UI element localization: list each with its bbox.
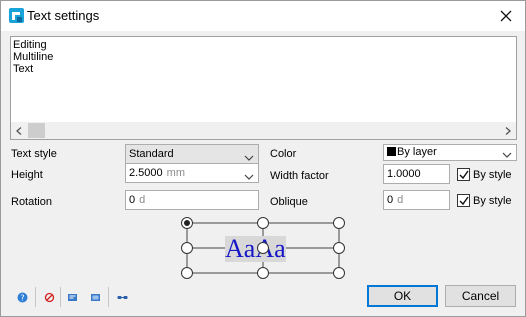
chevron-down-icon: [244, 169, 254, 180]
preview-line: Editing: [13, 39, 47, 51]
align-bottom-left-handle[interactable]: [181, 267, 193, 279]
rotation-label: Rotation: [11, 196, 52, 208]
width-factor-value: 1.0000: [387, 168, 421, 180]
oblique-by-style-label: By style: [473, 195, 512, 207]
text-alignment-picker: AaAa: [179, 214, 351, 282]
oblique-label: Oblique: [270, 196, 308, 208]
scrollbar-thumb[interactable]: [28, 123, 45, 138]
title-bar: Text settings: [1, 1, 525, 31]
close-icon[interactable]: [495, 5, 517, 27]
oblique-value: 0: [387, 194, 394, 206]
preview-line: Text: [13, 63, 34, 75]
cancel-button[interactable]: Cancel: [445, 285, 516, 307]
rotation-unit: d: [139, 194, 146, 206]
align-middle-left-handle[interactable]: [181, 242, 193, 254]
align-top-center-handle[interactable]: [257, 217, 269, 229]
toolbar-separator: [108, 287, 109, 307]
color-dropdown[interactable]: By layer: [383, 144, 517, 161]
chevron-down-icon: [502, 149, 512, 158]
oblique-field[interactable]: 0d: [383, 190, 450, 210]
alignment-sample-text: AaAa: [225, 234, 286, 263]
bottom-toolbar: ? OK Cancel: [1, 281, 525, 317]
align-middle-right-handle[interactable]: [333, 242, 345, 254]
width-factor-by-style-checkbox[interactable]: [457, 168, 470, 181]
horizontal-scrollbar[interactable]: [11, 122, 516, 139]
height-unit: mm: [166, 167, 185, 179]
width-factor-field[interactable]: 1.0000: [383, 164, 450, 184]
link-icon[interactable]: [117, 292, 128, 303]
width-factor-by-style-label: By style: [473, 169, 512, 181]
height-value: 2.5000: [129, 167, 163, 179]
text-settings-dialog: Text settings Editing Multiline Text Tex…: [0, 0, 526, 317]
height-combo[interactable]: 2.5000 mm: [125, 163, 259, 183]
text-style-dropdown[interactable]: Standard: [125, 144, 259, 164]
width-factor-label: Width factor: [270, 170, 329, 182]
text-style-value: Standard: [129, 148, 174, 160]
help-icon[interactable]: ?: [17, 292, 28, 303]
chevron-down-icon: [244, 150, 254, 161]
preview-line: Multiline: [13, 51, 54, 63]
window-title: Text settings: [27, 8, 100, 23]
insert-field-icon[interactable]: [67, 292, 78, 303]
align-middle-center-handle[interactable]: [257, 242, 269, 254]
toolbar-separator: [60, 287, 61, 307]
align-bottom-right-handle[interactable]: [333, 267, 345, 279]
align-bottom-center-handle[interactable]: [257, 267, 269, 279]
align-top-right-handle[interactable]: [333, 217, 345, 229]
svg-text:?: ?: [20, 294, 24, 303]
ok-button[interactable]: OK: [367, 285, 438, 307]
scroll-left-icon[interactable]: [13, 124, 25, 137]
toolbar-separator: [35, 287, 36, 307]
height-label: Height: [11, 169, 43, 181]
text-style-label: Text style: [11, 148, 57, 160]
color-value: By layer: [397, 146, 437, 158]
oblique-unit: d: [397, 194, 404, 206]
text-properties-icon[interactable]: [90, 292, 101, 303]
no-style-icon[interactable]: [44, 292, 55, 303]
oblique-by-style-checkbox[interactable]: [457, 194, 470, 207]
color-swatch: [387, 147, 396, 156]
app-logo-icon: [9, 8, 24, 23]
rotation-field[interactable]: 0d: [125, 190, 259, 210]
align-top-left-handle[interactable]: [181, 217, 193, 229]
preview-text: Editing Multiline Text: [13, 39, 53, 75]
rotation-value: 0: [129, 194, 136, 206]
text-preview-area[interactable]: Editing Multiline Text: [10, 36, 517, 140]
color-label: Color: [270, 148, 297, 160]
scroll-right-icon[interactable]: [502, 124, 514, 137]
